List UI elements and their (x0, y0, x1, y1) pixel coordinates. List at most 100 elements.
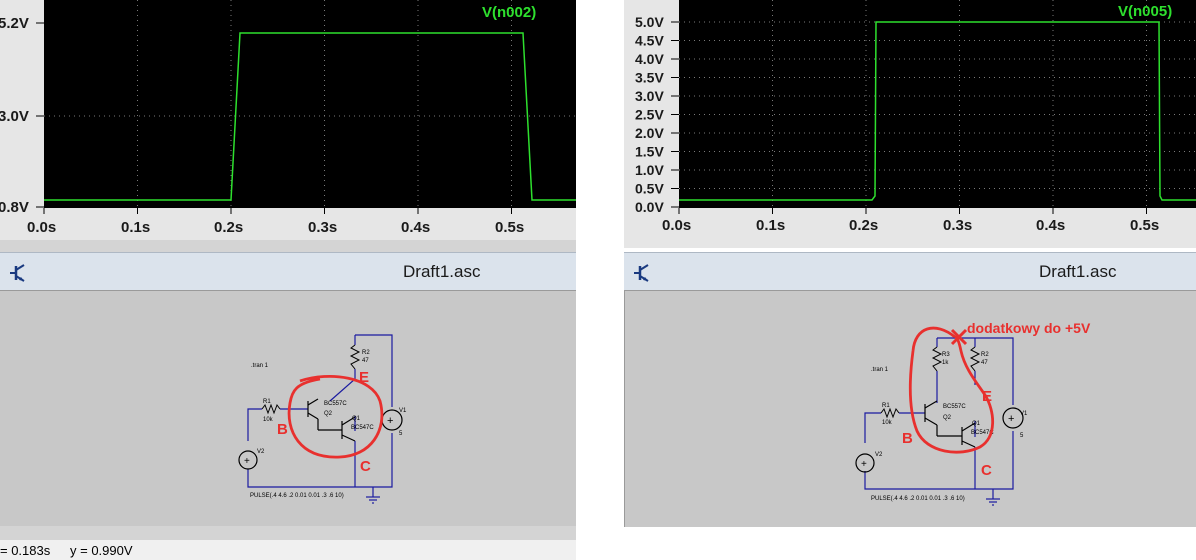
annotation-e: E (359, 369, 369, 386)
transistor-q2[interactable] (924, 400, 938, 426)
annotation-c: C (981, 462, 992, 479)
r2-ref: R2 (981, 352, 989, 358)
y-tick-label: 3.5V (635, 70, 664, 86)
ground-symbol (986, 498, 1000, 506)
annotation-e: E (982, 388, 992, 405)
y-tick-label: 1.0V (635, 162, 664, 178)
r3-ref: R3 (942, 352, 950, 358)
x-tick-label: 0.0s (27, 219, 56, 236)
schematic-filename: Draft1.asc (1039, 262, 1117, 281)
y-tick-label: 2.5V (635, 107, 664, 123)
x-tick-label: 0.1s (121, 219, 150, 236)
annotation-b: B (902, 430, 913, 447)
r1-value: 10k (882, 420, 893, 426)
q2-type: BC557C (943, 404, 966, 410)
cursor-y-readout: y = 0.990V (70, 543, 133, 558)
x-tick-label: 0.4s (401, 219, 430, 236)
r2-ref: R2 (362, 350, 370, 356)
r3-value: 1k (942, 360, 949, 366)
y-tick-label: 5.2V (0, 15, 29, 32)
window-separator (0, 526, 576, 540)
transistor-q1[interactable] (936, 422, 976, 448)
schematic-canvas-left[interactable]: + + .tran 1 R2 47 R1 10k BC557C Q2 Q1 BC… (0, 290, 576, 527)
q2-ref: Q2 (943, 415, 952, 421)
x-tick-label: 0.3s (943, 217, 972, 234)
schematic-titlebar-right[interactable]: Draft1.asc (624, 252, 1196, 292)
resistor-r2[interactable] (969, 346, 981, 372)
y-tick-label: 4.0V (635, 51, 664, 67)
y-tick-label: 0.5V (635, 181, 664, 197)
voltage-source-v2[interactable]: + (855, 453, 875, 473)
cursor-x-readout: = 0.183s (0, 543, 51, 558)
x-tick-label: 0.5s (495, 219, 524, 236)
spice-directive[interactable]: .tran 1 (871, 367, 889, 373)
y-tick-label: 0.8V (0, 199, 29, 216)
waveform-window-right[interactable]: 5.0V 4.5V 4.0V 3.5V 3.0V 2.5V 2.0V 1.5V … (624, 0, 1196, 248)
y-tick-label: 2.0V (635, 125, 664, 141)
pulse-spec[interactable]: PULSE(.4 4.6 .2 0.01 0.01 .3 .6 10) (250, 493, 344, 499)
annotation-b: B (277, 421, 288, 438)
r1-ref: R1 (882, 403, 890, 409)
y-tick-label: 3.0V (0, 108, 29, 125)
y-tick-label: 4.5V (635, 33, 664, 49)
v1-value: 5 (1020, 433, 1024, 439)
x-tick-label: 0.2s (214, 219, 243, 236)
q1-ref: Q1 (352, 416, 361, 422)
v1-ref: V1 (1020, 411, 1028, 417)
voltage-source-v2[interactable]: + (238, 450, 258, 470)
svg-text:+: + (861, 459, 867, 470)
resistor-r2[interactable] (349, 344, 361, 370)
transistor-q1[interactable] (317, 416, 356, 442)
spice-directive[interactable]: .tran 1 (251, 363, 269, 369)
annotation-circle (287, 374, 384, 459)
transistor-icon (634, 264, 649, 282)
v2-ref: V2 (257, 449, 265, 455)
r1-value: 10k (263, 417, 274, 423)
transistor-icon (10, 264, 25, 282)
trace-label[interactable]: V(n002) (482, 4, 536, 21)
annotation-note: dodatkowy do +5V (967, 320, 1091, 336)
plot-area-left[interactable] (44, 0, 576, 208)
v2-ref: V2 (875, 452, 883, 458)
x-tick-label: 0.1s (756, 217, 785, 234)
svg-text:+: + (244, 456, 250, 467)
q2-ref: Q2 (324, 411, 333, 417)
x-tick-label: 0.3s (308, 219, 337, 236)
x-tick-label: 0.2s (849, 217, 878, 234)
v1-ref: V1 (399, 408, 407, 414)
q2-type: BC557C (324, 401, 347, 407)
waveform-plot-left[interactable]: 5.2V 3.0V 0.8V 0.0s 0.1s 0.2s 0.3s 0.4s … (0, 0, 576, 240)
ground-symbol (366, 496, 380, 504)
resistor-r1[interactable] (261, 403, 281, 415)
resistor-r3[interactable] (931, 346, 943, 372)
window-separator (0, 240, 576, 252)
waveform-window-left[interactable]: 5.2V 3.0V 0.8V 0.0s 0.1s 0.2s 0.3s 0.4s … (0, 0, 576, 240)
schematic-titlebar-left[interactable]: Draft1.asc (0, 252, 576, 292)
y-tick-label: 1.5V (635, 144, 664, 160)
schematic-drawing-left[interactable]: + + .tran 1 R2 47 R1 10k BC557C Q2 Q1 BC… (0, 291, 576, 527)
x-tick-label: 0.5s (1130, 217, 1159, 234)
schematic-canvas-right[interactable]: + + .tran 1 R2 47 R3 1k R1 10k BC557C Q2… (624, 290, 1196, 527)
x-tick-label: 0.0s (662, 217, 691, 234)
svg-text:+: + (1008, 413, 1014, 425)
plot-area-right[interactable] (679, 0, 1196, 208)
waveform-plot-right[interactable]: 5.0V 4.5V 4.0V 3.5V 3.0V 2.5V 2.0V 1.5V … (624, 0, 1196, 248)
schematic-drawing-right[interactable]: + + .tran 1 R2 47 R3 1k R1 10k BC557C Q2… (625, 291, 1196, 527)
r1-ref: R1 (263, 399, 271, 405)
x-tick-label: 0.4s (1036, 217, 1065, 234)
pulse-spec[interactable]: PULSE(.4 4.6 .2 0.01 0.01 .3 .6 10) (871, 496, 965, 502)
resistor-r1[interactable] (880, 407, 900, 419)
trace-label[interactable]: V(n005) (1118, 3, 1172, 20)
left-pane: 5.2V 3.0V 0.8V 0.0s 0.1s 0.2s 0.3s 0.4s … (0, 0, 576, 560)
svg-text:+: + (387, 415, 393, 427)
y-tick-label: 3.0V (635, 88, 664, 104)
v1-value: 5 (399, 431, 403, 437)
r2-value: 47 (981, 360, 988, 366)
annotation-c: C (360, 458, 371, 475)
r2-value: 47 (362, 358, 369, 364)
y-tick-label: 0.0V (635, 199, 664, 215)
transistor-q2[interactable] (307, 398, 319, 420)
q1-type: BC547C (351, 425, 374, 431)
q1-ref: Q1 (972, 421, 981, 427)
status-bar: = 0.183s y = 0.990V (0, 540, 576, 560)
